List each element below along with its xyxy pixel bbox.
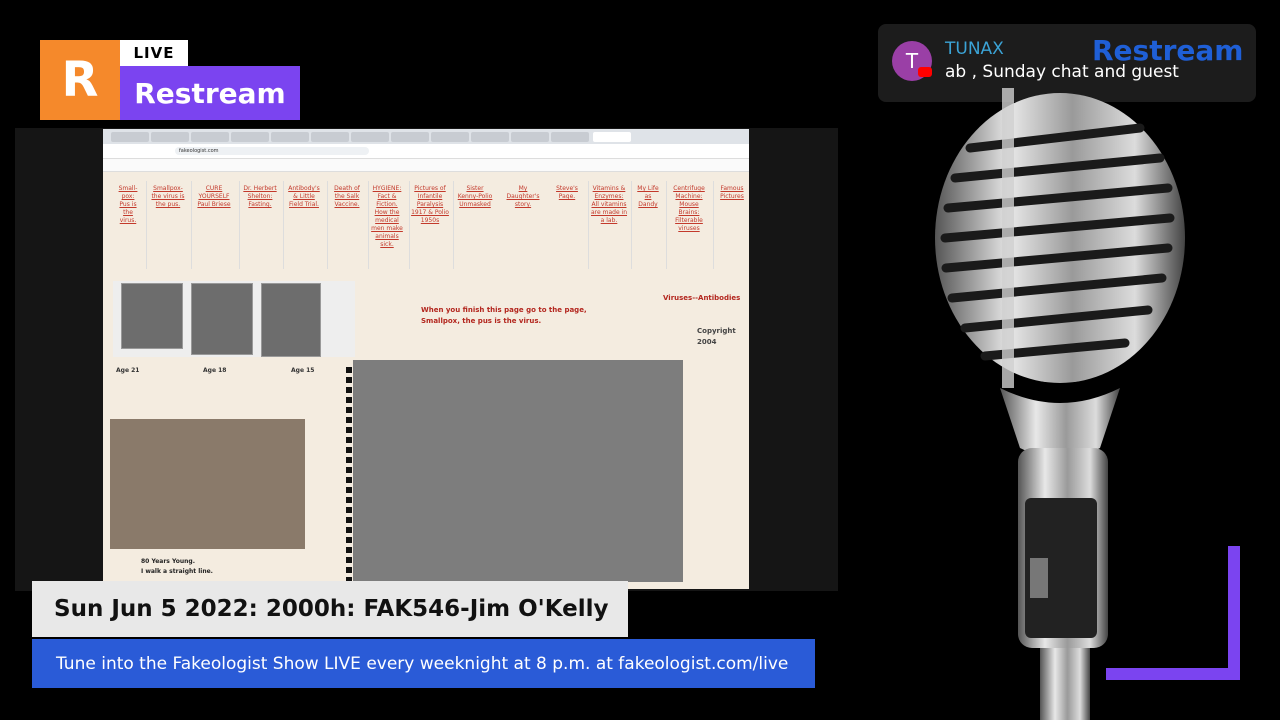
viruses-antibodies-link[interactable]: Viruses--Antibodies [663,294,740,302]
chat-author: TUNAX [945,39,1004,59]
ticker-bar: Tune into the Fakeologist Show LIVE ever… [32,639,815,688]
man-flexing-photo [110,419,305,549]
nav-link[interactable]: HYGIENE: Fact & Fiction. How the medical… [371,185,403,249]
photo-caption: Age 21 [116,367,140,374]
restream-badge-name: Restream [120,66,300,120]
nav-link[interactable]: Antibody's & Little Field Trial. [286,185,322,209]
browser-tab[interactable] [351,132,389,142]
nav-divider [239,181,240,269]
live-badge: LIVE [120,40,188,66]
nav-link[interactable]: Pictures of Infantile Paralysis 1917 & P… [411,185,449,225]
url-field[interactable]: fakeologist.com [175,147,369,155]
nav-divider [368,181,369,269]
photo-age-15 [261,283,321,357]
nav-link[interactable]: CURE YOURSELF Paul Briese [196,185,232,209]
show-title-bar: Sun Jun 5 2022: 2000h: FAK546-Jim O'Kell… [32,581,628,637]
browser-tab[interactable] [311,132,349,142]
nav-divider [146,181,147,269]
nav-divider [666,181,667,269]
nav-link[interactable]: Famous Pictures [717,185,747,201]
browser-tab[interactable] [151,132,189,142]
shared-browser-window: fakeologist.com Small-pox: Pus is the vi… [103,129,749,589]
nav-divider [283,181,284,269]
browser-tab-bar[interactable] [103,129,749,144]
nav-divider [453,181,454,269]
microscope-image [353,360,683,582]
browser-tab[interactable] [271,132,309,142]
ticker-text: Tune into the Fakeologist Show LIVE ever… [56,653,789,674]
photo-age-18 [191,283,253,355]
nav-link[interactable]: Steve's Page. [550,185,584,201]
youtube-icon [918,67,932,77]
man-caption-line: I walk a straight line. [141,568,213,575]
page-notice: When you finish this page go to the page… [421,306,587,325]
photo-caption: Age 15 [291,367,315,374]
nav-divider [327,181,328,269]
corner-accent-vertical [1228,546,1240,680]
nav-link[interactable]: Dr. Herbert Shelton: Fasting. [243,185,277,209]
man-photo-caption: 80 Years Young. I walk a straight line. [141,557,213,577]
nav-link[interactable]: My Life as Dandy [635,185,661,209]
nav-link[interactable]: Death of the Salk Vaccine. [331,185,363,209]
browser-tab[interactable] [471,132,509,142]
nav-divider [631,181,632,269]
photo-caption: Age 18 [203,367,227,374]
browser-tab[interactable] [111,132,149,142]
restream-logo-letter: R [40,40,120,120]
film-strip-edge [346,367,352,585]
browser-tab[interactable] [391,132,429,142]
browser-tab[interactable] [231,132,269,142]
browser-tab[interactable] [431,132,469,142]
restream-chat-logo-text: Restream [1092,34,1244,67]
copyright-text: Copyright 2004 [697,327,736,346]
nav-link[interactable]: Sister Kenny-Polio Unmasked [457,185,493,209]
nav-divider [191,181,192,269]
bookmarks-bar[interactable] [103,159,749,172]
nav-divider [409,181,410,269]
nav-link[interactable]: Centrifuge Machine: Mouse Brains: Filter… [669,185,709,233]
nav-link[interactable]: Small-pox: Pus is the virus. [117,185,139,225]
browser-tab[interactable] [511,132,549,142]
nav-link[interactable]: Vitamins & Enzymes: All vitamins are mad… [591,185,627,225]
nav-divider [713,181,714,269]
browser-tab[interactable] [191,132,229,142]
nav-divider [588,181,589,269]
nav-link[interactable]: My Daughter's story. [503,185,543,209]
microphone-icon [935,88,1185,720]
browser-tab[interactable] [551,132,589,142]
photo-age-21 [121,283,183,349]
restream-chat-logo: Restream [1092,34,1243,67]
nav-link[interactable]: Smallpox-the virus is the pus. [151,185,185,209]
man-caption-line: 80 Years Young. [141,558,196,565]
browser-tab-active[interactable] [593,132,631,142]
show-title: Sun Jun 5 2022: 2000h: FAK546-Jim O'Kell… [54,596,609,622]
